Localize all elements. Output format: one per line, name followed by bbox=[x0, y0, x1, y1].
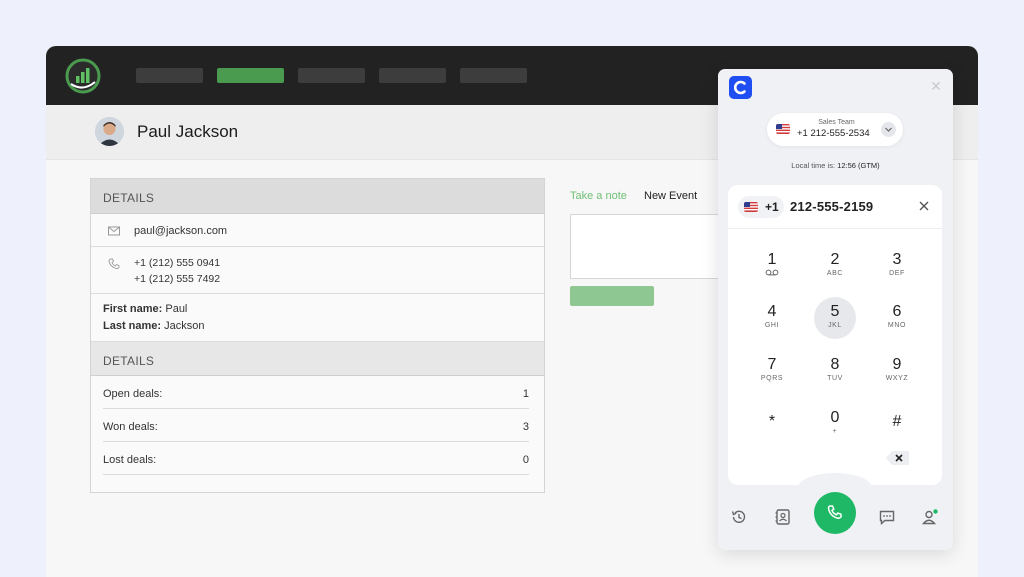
note-textarea[interactable] bbox=[570, 214, 730, 279]
key-letters: PQRS bbox=[760, 375, 784, 382]
local-time: Local time is: 12:56 (GTM) bbox=[718, 161, 953, 170]
key-digit: 7 bbox=[767, 356, 777, 373]
dialed-number-row: +1 212-555-2159 bbox=[728, 185, 942, 229]
phone-icon bbox=[108, 258, 120, 270]
country-code-selector[interactable]: +1 bbox=[738, 196, 784, 218]
key-0[interactable]: 0 + bbox=[814, 403, 856, 445]
save-note-button[interactable] bbox=[570, 286, 654, 306]
mail-icon bbox=[108, 226, 120, 236]
key-letters: WXYZ bbox=[885, 375, 909, 382]
outgoing-line-selector[interactable]: Sales Team +1 212-555-2534 bbox=[767, 113, 903, 146]
nav-item-2-active[interactable] bbox=[217, 68, 284, 83]
key-digit: 6 bbox=[892, 303, 902, 320]
deals-heading: DETAILS bbox=[91, 342, 544, 376]
names-row: First name: Paul Last name: Jackson bbox=[91, 294, 544, 342]
chat-icon[interactable] bbox=[878, 508, 896, 526]
line-team-label: Sales Team bbox=[818, 119, 855, 126]
first-name-line: First name: Paul bbox=[103, 303, 187, 315]
key-digit: 2 bbox=[830, 251, 840, 268]
phone-value-1[interactable]: +1 (212) 555 0941 bbox=[134, 257, 220, 269]
nav-item-4[interactable] bbox=[379, 68, 446, 83]
key-1[interactable]: 1 bbox=[751, 245, 793, 287]
stat-value: 1 bbox=[522, 388, 529, 400]
nav-item-3[interactable] bbox=[298, 68, 365, 83]
chevron-down-icon[interactable] bbox=[881, 122, 896, 137]
dialed-number-input[interactable]: 212-555-2159 bbox=[790, 199, 873, 214]
key-digit: 1 bbox=[767, 251, 777, 268]
phone-value-2[interactable]: +1 (212) 555 7492 bbox=[134, 273, 220, 285]
us-flag-icon bbox=[744, 202, 758, 212]
key-4[interactable]: 4 GHI bbox=[751, 297, 793, 339]
stat-row-open: Open deals: 1 bbox=[103, 376, 529, 409]
phones-row: +1 (212) 555 0941 +1 (212) 555 7492 bbox=[91, 247, 544, 294]
clear-number-icon[interactable] bbox=[918, 200, 930, 212]
contacts-icon[interactable] bbox=[774, 508, 792, 526]
stat-label: Won deals: bbox=[103, 421, 158, 433]
local-time-label: Local time is: bbox=[791, 161, 836, 170]
first-name-label: First name: bbox=[103, 303, 163, 315]
nav-item-1[interactable] bbox=[136, 68, 203, 83]
dialer-bottom-bar bbox=[718, 473, 953, 550]
contact-name: Paul Jackson bbox=[137, 122, 239, 141]
key-digit: 5 bbox=[830, 303, 840, 320]
key-hash[interactable]: # bbox=[876, 403, 918, 445]
email-value[interactable]: paul@jackson.com bbox=[134, 225, 227, 237]
call-icon bbox=[827, 505, 842, 519]
key-letters: TUV bbox=[827, 375, 843, 382]
key-letters: JKL bbox=[828, 322, 842, 329]
stat-label: Open deals: bbox=[103, 388, 163, 400]
stat-value: 0 bbox=[522, 454, 529, 466]
key-letters: MNO bbox=[887, 322, 907, 329]
dialer-widget: ✕ Sales Team +1 212-555-2534 Local time … bbox=[718, 69, 953, 550]
key-letters: ABC bbox=[826, 270, 844, 277]
tab-new-event[interactable]: New Event bbox=[644, 190, 697, 202]
last-name-label: Last name: bbox=[103, 320, 162, 332]
close-icon[interactable]: ✕ bbox=[929, 79, 943, 93]
keypad-card: +1 212-555-2159 1 2 ABC 3 DEF 4 GHI 5 JK… bbox=[728, 185, 942, 485]
key-digit: 8 bbox=[830, 356, 840, 373]
app-logo-icon[interactable] bbox=[65, 58, 101, 94]
user-status-icon[interactable] bbox=[921, 508, 939, 526]
key-star[interactable]: * bbox=[751, 403, 793, 445]
key-9[interactable]: 9 WXYZ bbox=[876, 350, 918, 392]
stat-row-lost: Lost deals: 0 bbox=[103, 442, 529, 475]
key-digit: 4 bbox=[767, 303, 777, 320]
key-digit: # bbox=[892, 413, 902, 430]
key-3[interactable]: 3 DEF bbox=[876, 245, 918, 287]
stat-value: 3 bbox=[522, 421, 529, 433]
stat-row-won: Won deals: 3 bbox=[103, 409, 529, 442]
call-button[interactable] bbox=[814, 492, 856, 534]
voicemail-icon bbox=[765, 269, 779, 276]
key-digit: 9 bbox=[892, 356, 902, 373]
nav-item-5[interactable] bbox=[460, 68, 527, 83]
key-digit: * bbox=[768, 413, 776, 430]
tab-take-a-note[interactable]: Take a note bbox=[570, 190, 627, 202]
details-heading: DETAILS bbox=[91, 179, 544, 214]
details-panel: DETAILS paul@jackson.com +1 (212) 555 09… bbox=[90, 178, 545, 493]
country-code: +1 bbox=[765, 200, 779, 214]
key-digit: 0 bbox=[830, 409, 840, 426]
history-icon[interactable] bbox=[730, 508, 748, 526]
last-name-line: Last name: Jackson bbox=[103, 320, 205, 332]
last-name-value: Jackson bbox=[164, 320, 205, 332]
key-2[interactable]: 2 ABC bbox=[814, 245, 856, 287]
local-time-value: 12:56 (GTM) bbox=[837, 161, 880, 170]
brand-logo-icon bbox=[729, 76, 752, 99]
key-digit: 3 bbox=[892, 251, 902, 268]
key-7[interactable]: 7 PQRS bbox=[751, 350, 793, 392]
key-letters: GHI bbox=[764, 322, 780, 329]
key-letters: + bbox=[832, 428, 838, 435]
first-name-value: Paul bbox=[165, 303, 188, 315]
us-flag-icon bbox=[776, 124, 790, 134]
key-6[interactable]: 6 MNO bbox=[876, 297, 918, 339]
key-8[interactable]: 8 TUV bbox=[814, 350, 856, 392]
key-5[interactable]: 5 JKL bbox=[814, 297, 856, 339]
backspace-icon[interactable] bbox=[885, 449, 911, 467]
key-letters: DEF bbox=[889, 270, 905, 277]
email-row: paul@jackson.com bbox=[91, 214, 544, 247]
line-number: +1 212-555-2534 bbox=[797, 128, 870, 139]
stat-label: Lost deals: bbox=[103, 454, 157, 466]
avatar-portrait-icon bbox=[95, 117, 124, 146]
avatar bbox=[95, 117, 124, 146]
